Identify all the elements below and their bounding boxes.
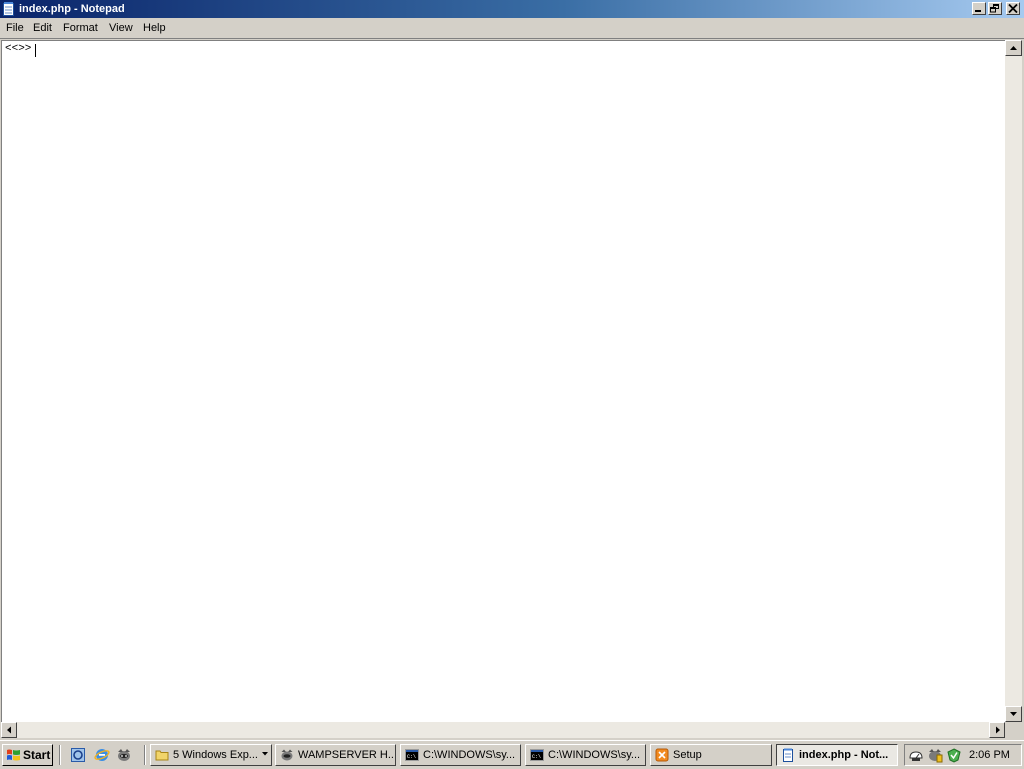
scroll-left-button[interactable] — [1, 722, 17, 738]
minimize-icon — [975, 10, 981, 12]
menu-help[interactable]: Help — [142, 21, 167, 35]
task-command-prompt[interactable]: C:\ C:\WINDOWS\sy... — [400, 744, 521, 766]
folder-icon — [155, 750, 169, 761]
taskbar-separator — [144, 745, 146, 765]
wampserver-icon — [281, 749, 293, 761]
chevron-down-icon — [262, 752, 268, 756]
scroll-up-button[interactable] — [1005, 40, 1022, 56]
task-label: Setup — [673, 749, 702, 761]
system-tray: 2:06 PM — [904, 744, 1022, 766]
internet-explorer-icon[interactable] — [94, 747, 110, 763]
close-icon — [1008, 4, 1018, 13]
start-button[interactable]: Start — [2, 744, 53, 766]
restore-icon — [990, 4, 999, 13]
task-setup[interactable]: Setup — [650, 744, 772, 766]
size-grip[interactable] — [1005, 722, 1022, 738]
task-windows-explorer[interactable]: 5 Windows Exp... — [150, 744, 272, 766]
close-button[interactable] — [1006, 2, 1020, 15]
menu-bar: File Edit Format View Help — [0, 18, 1024, 39]
taskbar-separator — [59, 745, 61, 765]
security-icon[interactable] — [946, 748, 962, 763]
title-bar[interactable]: index.php - Notepad — [0, 0, 1024, 18]
task-wampserver[interactable]: WAMPSERVER H... — [275, 744, 396, 766]
windows-logo-icon — [7, 749, 20, 761]
menu-view[interactable]: View — [108, 21, 134, 35]
clock[interactable]: 2:06 PM — [969, 748, 1010, 762]
cmd-icon: C:\ — [530, 749, 544, 761]
horizontal-scrollbar[interactable] — [1, 722, 1005, 738]
text-cursor — [35, 44, 36, 57]
menu-file[interactable]: File — [5, 21, 25, 35]
notepad-icon — [3, 2, 14, 16]
window-title: index.php - Notepad — [19, 3, 125, 15]
minimize-button[interactable] — [972, 2, 986, 15]
arrow-right-icon — [996, 726, 1000, 734]
task-label: WAMPSERVER H... — [298, 749, 396, 761]
wamp-tray-icon[interactable] — [927, 748, 943, 763]
menu-format[interactable]: Format — [62, 21, 99, 35]
task-label: index.php - Not... — [799, 749, 889, 761]
task-label: C:\WINDOWS\sy... — [423, 749, 516, 761]
wampserver-icon[interactable] — [116, 747, 132, 763]
task-label: 5 Windows Exp... — [173, 749, 258, 761]
start-label: Start — [23, 748, 51, 762]
text-editor[interactable]: <<>> — [1, 40, 1005, 722]
notepad-icon — [783, 748, 793, 762]
arrow-left-icon — [7, 726, 11, 734]
svg-text:C:\: C:\ — [532, 754, 541, 760]
svg-text:C:\: C:\ — [407, 754, 416, 760]
task-command-prompt[interactable]: C:\ C:\WINDOWS\sy... — [525, 744, 646, 766]
task-notepad[interactable]: index.php - Not... — [776, 744, 898, 766]
restore-button[interactable] — [988, 2, 1002, 15]
editor-content[interactable]: <<>> — [5, 43, 31, 56]
vertical-scrollbar[interactable] — [1005, 40, 1022, 722]
taskbar: Start 5 Windows Exp... WAMPSERVER H... C… — [0, 740, 1024, 769]
desktop-cleanup-icon[interactable] — [70, 747, 86, 763]
menu-edit[interactable]: Edit — [32, 21, 53, 35]
setup-icon — [655, 748, 669, 762]
scroll-down-button[interactable] — [1005, 706, 1022, 722]
cmd-icon: C:\ — [405, 749, 419, 761]
network-icon[interactable] — [908, 748, 924, 763]
arrow-down-icon — [1010, 712, 1017, 716]
task-label: C:\WINDOWS\sy... — [548, 749, 641, 761]
arrow-up-icon — [1010, 46, 1017, 50]
scroll-right-button[interactable] — [989, 722, 1005, 738]
